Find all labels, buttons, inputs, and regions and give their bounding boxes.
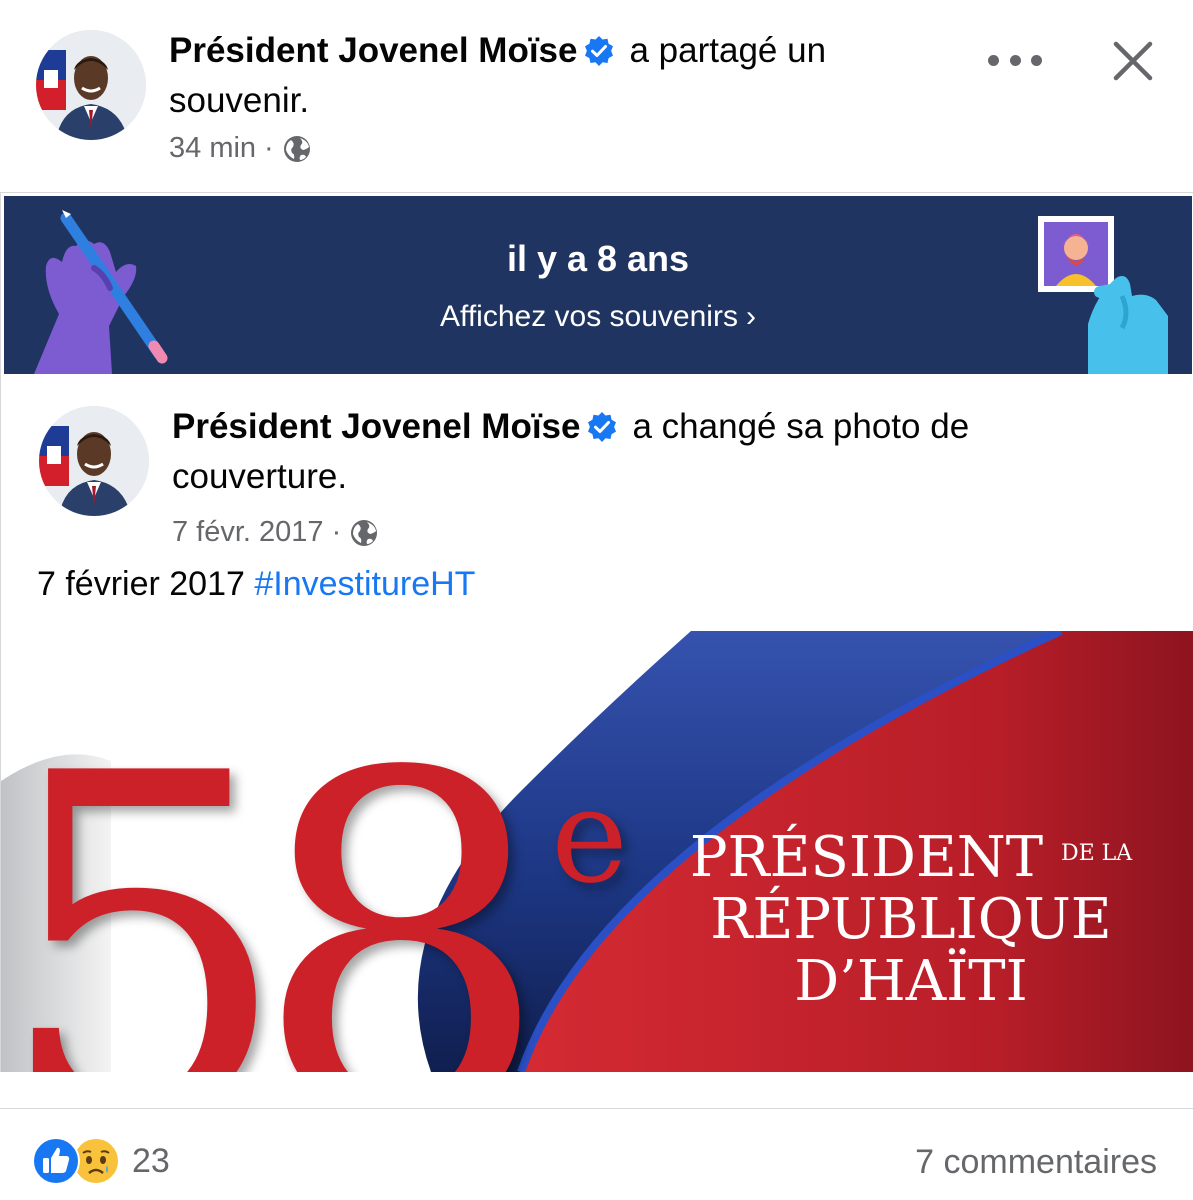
post-header-text: Président Jovenel Moïse a partagé un souv… xyxy=(169,26,949,126)
verified-badge-icon xyxy=(588,412,617,442)
chevron-right-icon: › xyxy=(745,300,756,333)
cover-number-text: 58 xyxy=(1,675,551,1073)
like-icon xyxy=(32,1137,80,1185)
cover-title-line2: RÉPUBLIQUE xyxy=(710,887,1112,952)
meta-separator: · xyxy=(331,516,342,548)
dot-icon xyxy=(988,54,999,66)
hand-photo-illustration xyxy=(1038,216,1168,374)
shared-author-name[interactable]: Président Jovenel Moïse xyxy=(172,407,580,446)
cover-photo[interactable]: 58 e PRÉSIDENT DE LA RÉPUBLIQUE D’HAÏTI xyxy=(1,631,1193,1072)
verified-badge-icon xyxy=(585,36,614,66)
memory-banner[interactable]: il y a 8 ans Affichez vos souvenirs › xyxy=(4,196,1192,374)
post-header: Président Jovenel Moïse a partagé un souv… xyxy=(0,0,1193,192)
shared-post-date[interactable]: 7 févr. 2017 xyxy=(172,516,324,549)
post-caption: 7 février 2017 #InvestitureHT xyxy=(37,565,475,604)
close-icon[interactable] xyxy=(1108,36,1158,86)
shared-post-header-text: Président Jovenel Moïse a changé sa photo… xyxy=(172,402,1052,502)
view-memories-label: Affichez vos souvenirs xyxy=(440,300,738,333)
avatar-photo xyxy=(39,406,149,516)
cover-superscript: e xyxy=(551,760,628,912)
memory-card: il y a 8 ans Affichez vos souvenirs › Pré… xyxy=(0,192,1193,1072)
hand-pencil-illustration xyxy=(34,210,168,374)
author-name[interactable]: Président Jovenel Moïse xyxy=(169,31,577,70)
post-footer: 23 7 commentaires xyxy=(0,1108,1193,1200)
shared-post-meta: 7 févr. 2017 · xyxy=(172,516,379,549)
more-options-button[interactable] xyxy=(980,40,1050,80)
post-meta: 34 min · xyxy=(169,132,312,165)
hashtag-link[interactable]: #InvestitureHT xyxy=(254,565,475,603)
author-avatar[interactable] xyxy=(36,30,146,140)
caption-text: 7 février 2017 xyxy=(37,565,245,603)
memory-title: il y a 8 ans xyxy=(506,238,690,279)
globe-icon xyxy=(283,135,310,162)
cover-title-line3: D’HAÏTI xyxy=(794,949,1028,1014)
comments-count-link[interactable]: 7 commentaires xyxy=(915,1143,1157,1182)
avatar-photo xyxy=(36,30,146,140)
dot-icon xyxy=(1009,54,1021,66)
post-timestamp[interactable]: 34 min xyxy=(169,132,256,165)
shared-author-avatar[interactable] xyxy=(39,406,149,516)
meta-separator: · xyxy=(264,132,274,164)
cover-title-line1: PRÉSIDENT DE LA xyxy=(689,825,1133,890)
dot-icon xyxy=(1031,54,1042,66)
cover-title: PRÉSIDENT DE LA RÉPUBLIQUE D’HAÏTI xyxy=(661,823,1161,1013)
view-memories-link[interactable]: Affichez vos souvenirs › xyxy=(4,300,1192,334)
globe-icon xyxy=(351,519,378,546)
reactions-summary[interactable]: 23 xyxy=(32,1137,170,1185)
reaction-count: 23 xyxy=(132,1141,170,1180)
cover-number: 58 e xyxy=(1,631,628,1073)
